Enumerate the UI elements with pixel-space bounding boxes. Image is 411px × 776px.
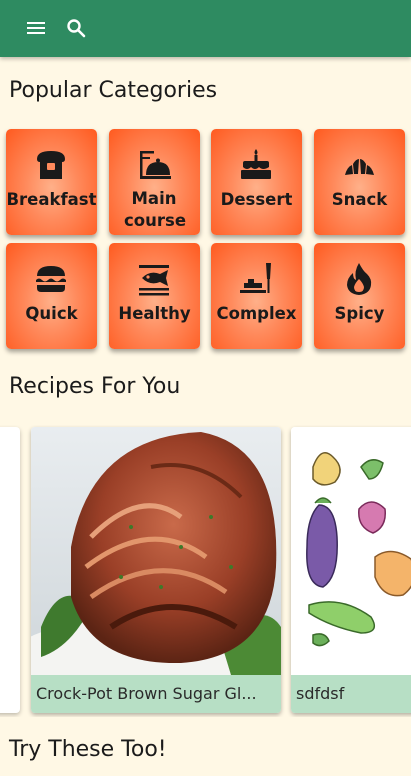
category-tile-healthy[interactable]: Healthy <box>109 243 200 349</box>
category-label: Healthy <box>118 304 191 323</box>
fish-icon <box>139 265 169 296</box>
app-bar <box>0 0 411 57</box>
category-label: Main course <box>124 189 187 230</box>
category-label: Spicy <box>334 304 385 323</box>
recipe-card-title: Crock-Pot Brown Sugar Gl... <box>31 675 281 713</box>
category-label: Quick <box>25 304 78 323</box>
recipe-card-previous[interactable] <box>0 427 20 713</box>
category-label: Complex <box>216 304 297 323</box>
category-tile-complex[interactable]: Complex <box>211 243 302 349</box>
category-tile-snack[interactable]: Snack <box>314 129 405 235</box>
category-tile-spicy[interactable]: Spicy <box>314 243 405 349</box>
croissant-icon <box>345 159 374 175</box>
bread-icon <box>37 151 65 179</box>
section-title-popular-categories: Popular Categories <box>9 78 218 103</box>
category-tile-main-course[interactable]: Main course <box>109 129 200 235</box>
recipe-image-vegetables <box>291 427 411 675</box>
category-tile-breakfast[interactable]: Breakfast <box>6 129 97 235</box>
search-button[interactable] <box>64 16 88 40</box>
recipe-card[interactable]: sdfdsf <box>291 427 411 713</box>
recipe-card[interactable]: Crock-Pot Brown Sugar Gl... <box>31 427 281 713</box>
recipe-image-ham <box>31 427 281 675</box>
category-label: Snack <box>331 190 388 209</box>
category-label: Dessert <box>220 190 293 209</box>
category-tile-quick[interactable]: Quick <box>6 243 97 349</box>
cutting-board-knife-icon <box>240 263 271 293</box>
section-title-try-these-too: Try These Too! <box>9 737 167 762</box>
menu-icon <box>27 22 45 34</box>
category-label: Breakfast <box>6 190 97 209</box>
serving-cloche-icon <box>140 151 171 179</box>
menu-button[interactable] <box>24 16 48 40</box>
flame-icon <box>347 263 372 295</box>
recipe-carousel[interactable]: Crock-Pot Brown Sugar Gl... sdfdsf <box>0 425 411 717</box>
category-tile-dessert[interactable]: Dessert <box>211 129 302 235</box>
burger-icon <box>36 266 66 292</box>
search-icon <box>67 19 86 38</box>
cake-icon <box>241 149 271 179</box>
recipe-card-title: sdfdsf <box>291 675 411 713</box>
section-title-recipes-for-you: Recipes For You <box>9 374 181 399</box>
